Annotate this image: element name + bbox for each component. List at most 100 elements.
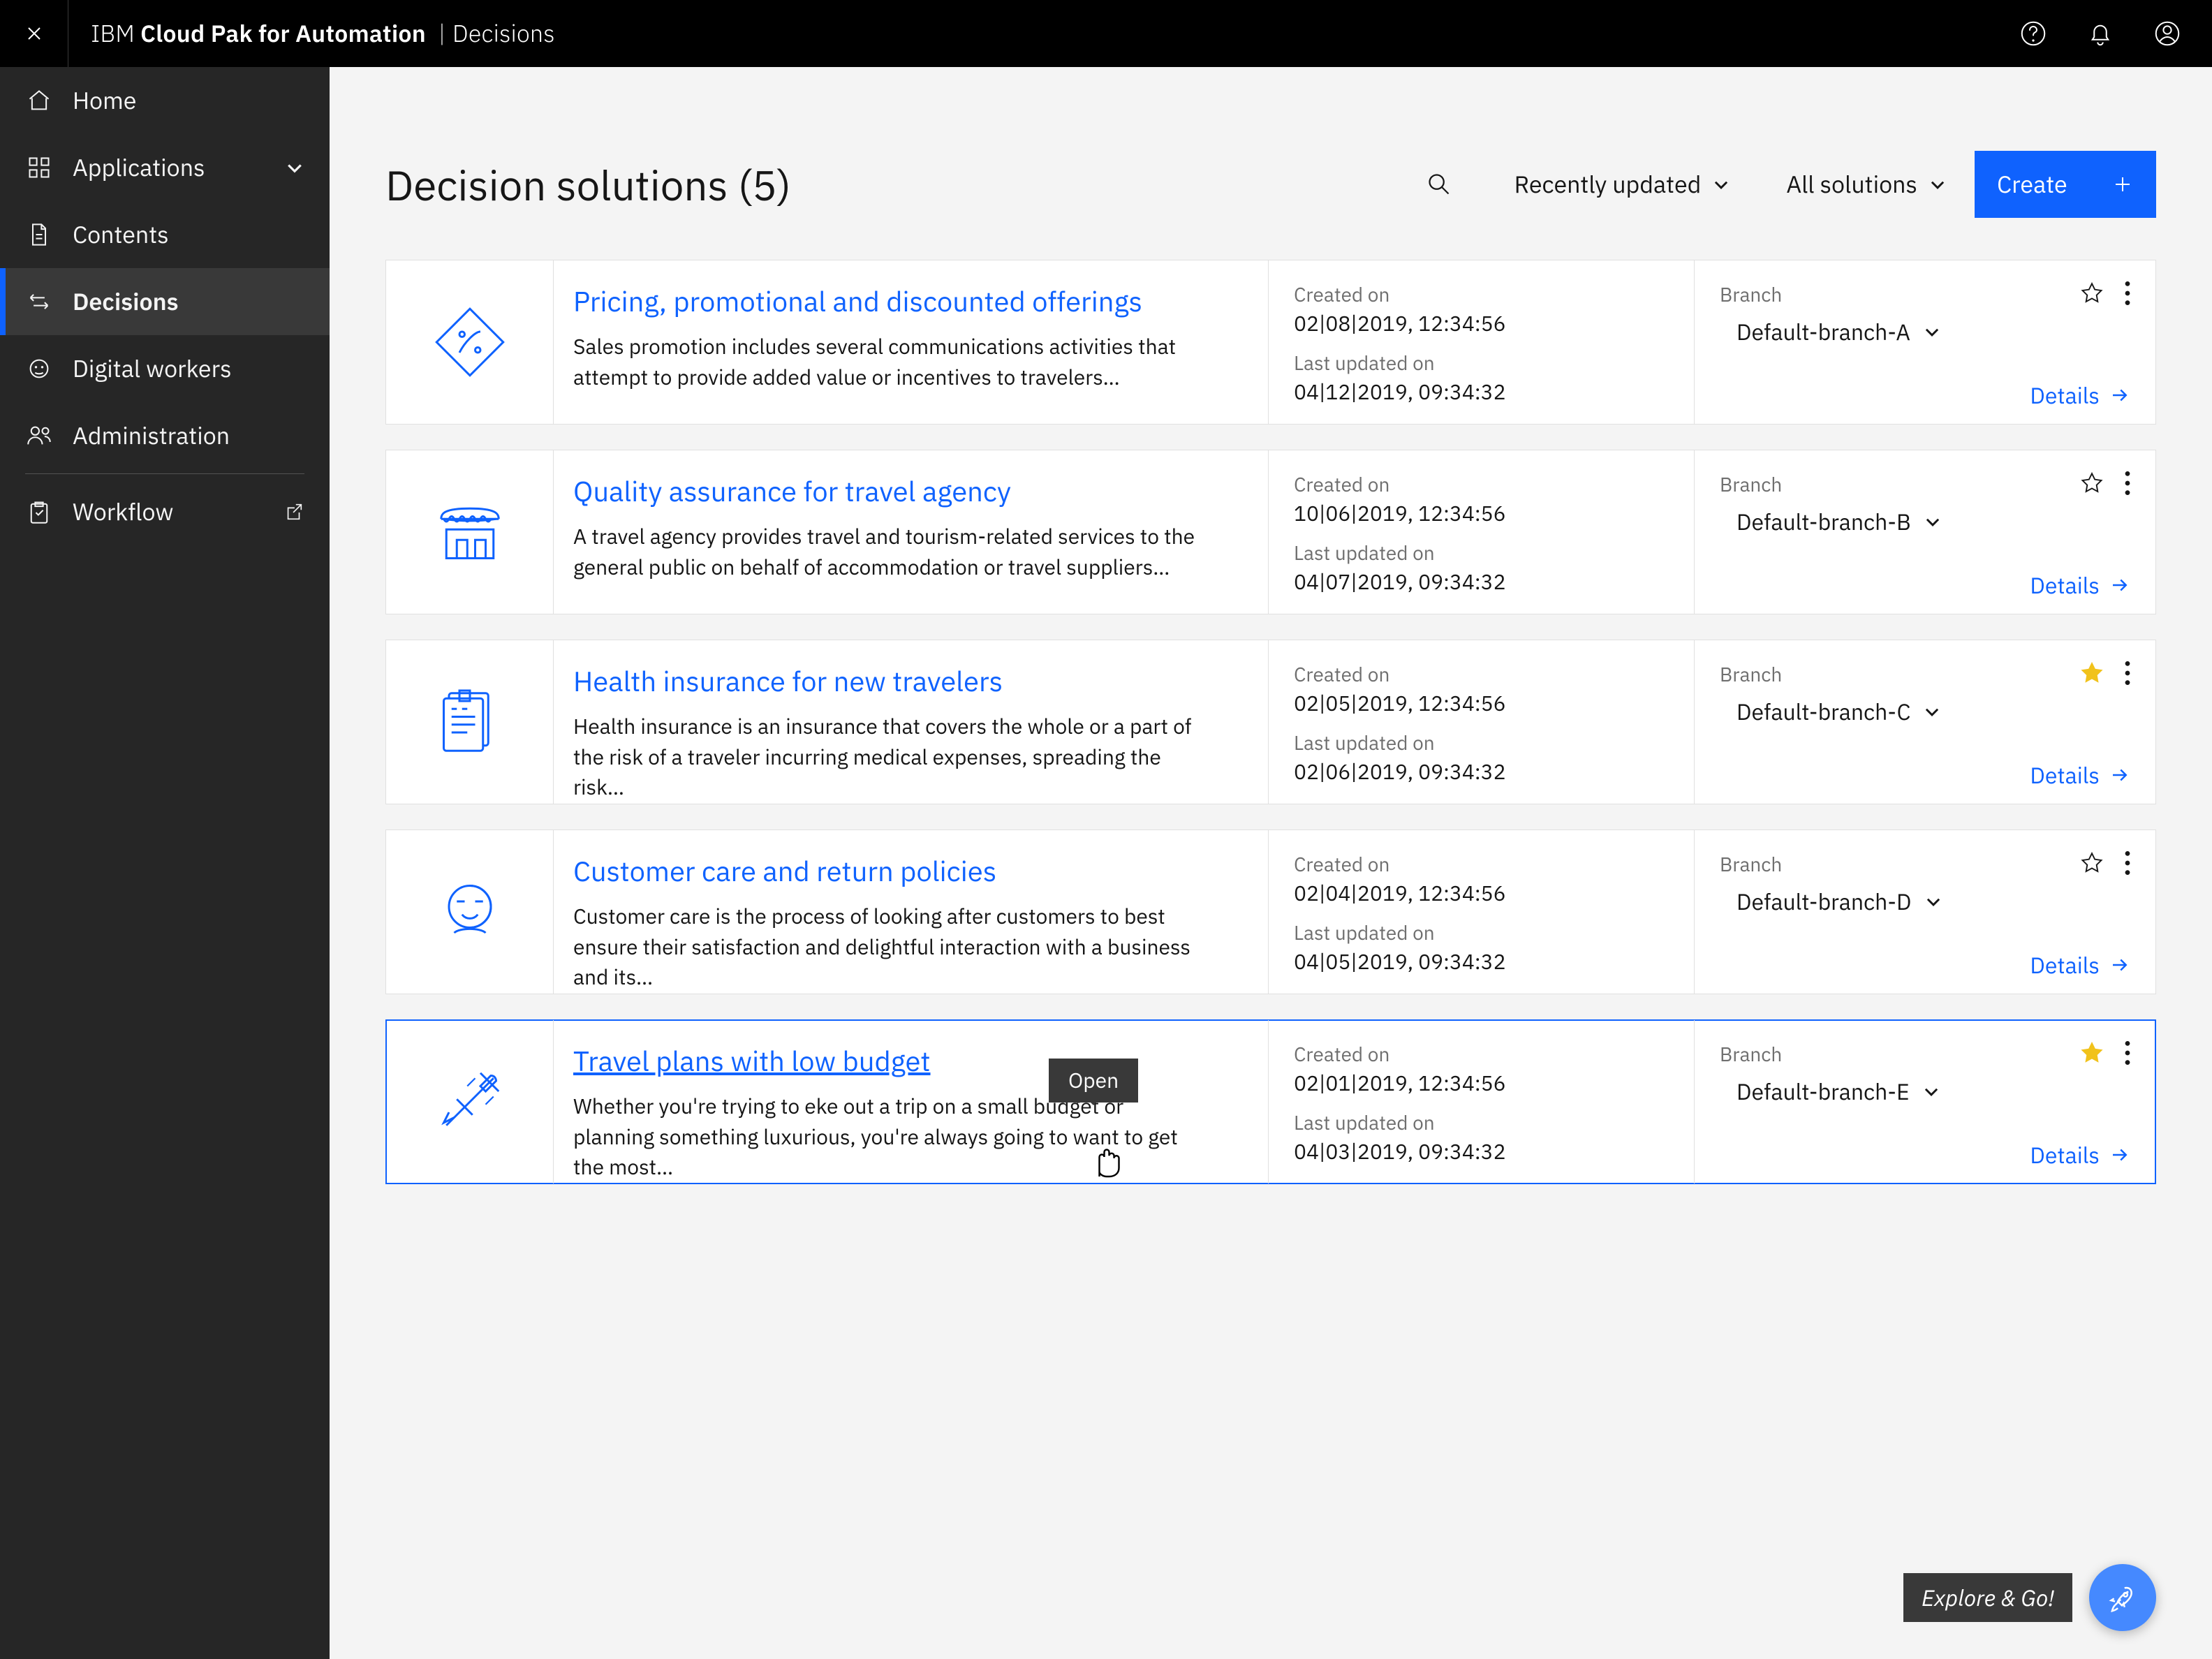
updated-value: 04|12|2019, 09:34:32 [1294,378,1669,406]
explore-button[interactable] [2089,1564,2156,1631]
launch-icon [283,501,304,522]
nav-decisions[interactable]: Decisions [0,268,330,335]
branch-value: Default-branch-C [1737,697,1910,726]
filter-dropdown[interactable]: All solutions [1772,151,1961,218]
create-button[interactable]: Create [1975,151,2156,218]
created-label: Created on [1294,471,1669,497]
solution-icon [386,830,554,994]
apps-icon [25,155,53,180]
created-value: 10|06|2019, 12:34:56 [1294,500,1669,527]
overflow-menu[interactable] [2125,851,2130,875]
created-value: 02|01|2019, 12:34:56 [1294,1070,1669,1097]
overflow-menu[interactable] [2125,661,2130,685]
branch-value: Default-branch-D [1737,887,1912,916]
help-button[interactable] [2000,0,2067,67]
branch-value: Default-branch-B [1737,507,1911,536]
main: Decision solutions (5) Recently updated … [330,67,2212,1659]
overflow-menu[interactable] [2125,281,2130,305]
solution-description: Sales promotion includes several communi… [573,332,1202,392]
created-label: Created on [1294,851,1669,877]
nav-label: Digital workers [73,353,232,384]
page-header: Decision solutions (5) Recently updated … [385,151,2156,218]
user-button[interactable] [2134,0,2201,67]
nav-home[interactable]: Home [0,67,330,134]
topbar: IBM Cloud Pak for Automation |Decisions [0,0,2212,67]
favorite-toggle[interactable] [2080,281,2104,305]
robot-icon [25,356,53,381]
updated-value: 04|03|2019, 09:34:32 [1294,1138,1669,1165]
details-link[interactable]: Details [2030,1140,2130,1170]
solution-title[interactable]: Customer care and return policies [573,853,1234,889]
filter-label: All solutions [1786,169,1917,200]
solution-icon [386,640,554,804]
nav-digital-workers[interactable]: Digital workers [0,335,330,402]
search-button[interactable] [1406,151,1473,218]
rocket-icon [2107,1582,2138,1613]
branch-dropdown[interactable]: Default-branch-C [1720,687,2130,726]
nav-label: Applications [73,152,205,183]
branch-label: Branch [1720,471,2080,497]
nav-workflow[interactable]: Workflow [0,478,330,545]
brand: IBM Cloud Pak for Automation |Decisions [68,18,555,49]
sidebar: Home Applications Contents Decisions [0,67,330,1659]
workflow-icon [25,499,53,524]
nav-contents[interactable]: Contents [0,201,330,268]
close-button[interactable] [0,0,68,67]
branch-value: Default-branch-E [1737,1077,1910,1106]
explore-bar: Explore & Go! [1903,1564,2156,1631]
user-avatar-icon [2153,20,2181,47]
branch-dropdown[interactable]: Default-branch-E [1720,1067,2130,1106]
updated-label: Last updated on [1294,920,1669,945]
sort-label: Recently updated [1514,169,1702,200]
favorite-toggle[interactable] [2080,661,2104,685]
notifications-button[interactable] [2067,0,2134,67]
favorite-toggle[interactable] [2080,471,2104,495]
solution-description: Health insurance is an insurance that co… [573,711,1202,803]
updated-label: Last updated on [1294,540,1669,566]
solution-title[interactable]: Quality assurance for travel agency [573,473,1234,509]
help-icon [2019,20,2047,47]
solution-card: Pricing, promotional and discounted offe… [385,260,2156,425]
sort-dropdown[interactable]: Recently updated [1501,151,1745,218]
solution-title[interactable]: Pricing, promotional and discounted offe… [573,283,1234,319]
nav-applications[interactable]: Applications [0,134,330,201]
nav-label: Home [73,85,136,116]
updated-label: Last updated on [1294,730,1669,755]
branch-dropdown[interactable]: Default-branch-D [1720,877,2130,916]
branch-value: Default-branch-A [1737,317,1910,346]
favorite-toggle[interactable] [2080,1041,2104,1065]
nav-label: Contents [73,219,169,250]
overflow-menu[interactable] [2125,1041,2130,1065]
solution-card: Health insurance for new travelers Health… [385,640,2156,804]
solution-list: Pricing, promotional and discounted offe… [385,260,2156,1184]
branch-dropdown[interactable]: Default-branch-A [1720,307,2130,346]
nav-label: Decisions [73,286,179,317]
updated-value: 04|07|2019, 09:34:32 [1294,568,1669,596]
solution-description: A travel agency provides travel and tour… [573,522,1202,582]
branch-label: Branch [1720,851,2080,877]
open-tooltip: Open [1049,1059,1138,1103]
solution-description: Customer care is the process of looking … [573,901,1202,993]
created-label: Created on [1294,1041,1669,1067]
details-link[interactable]: Details [2030,570,2130,600]
created-label: Created on [1294,661,1669,687]
updated-label: Last updated on [1294,1109,1669,1135]
nav-administration[interactable]: Administration [0,402,330,469]
details-link[interactable]: Details [2030,381,2130,410]
solution-title[interactable]: Health insurance for new travelers [573,663,1234,699]
decisions-icon [25,289,53,314]
bell-icon [2086,20,2114,47]
details-link[interactable]: Details [2030,950,2130,980]
chevron-down-icon [285,158,304,177]
details-link[interactable]: Details [2030,760,2130,790]
branch-label: Branch [1720,281,2080,307]
solution-icon [386,1020,554,1184]
created-value: 02|04|2019, 12:34:56 [1294,880,1669,907]
favorite-toggle[interactable] [2080,851,2104,875]
branch-dropdown[interactable]: Default-branch-B [1720,497,2130,536]
close-icon [23,22,45,45]
overflow-menu[interactable] [2125,471,2130,495]
solution-card: Customer care and return policies Custome… [385,830,2156,994]
nav-label: Workflow [73,496,173,527]
solution-description: Whether you're trying to eke out a trip … [573,1091,1202,1183]
